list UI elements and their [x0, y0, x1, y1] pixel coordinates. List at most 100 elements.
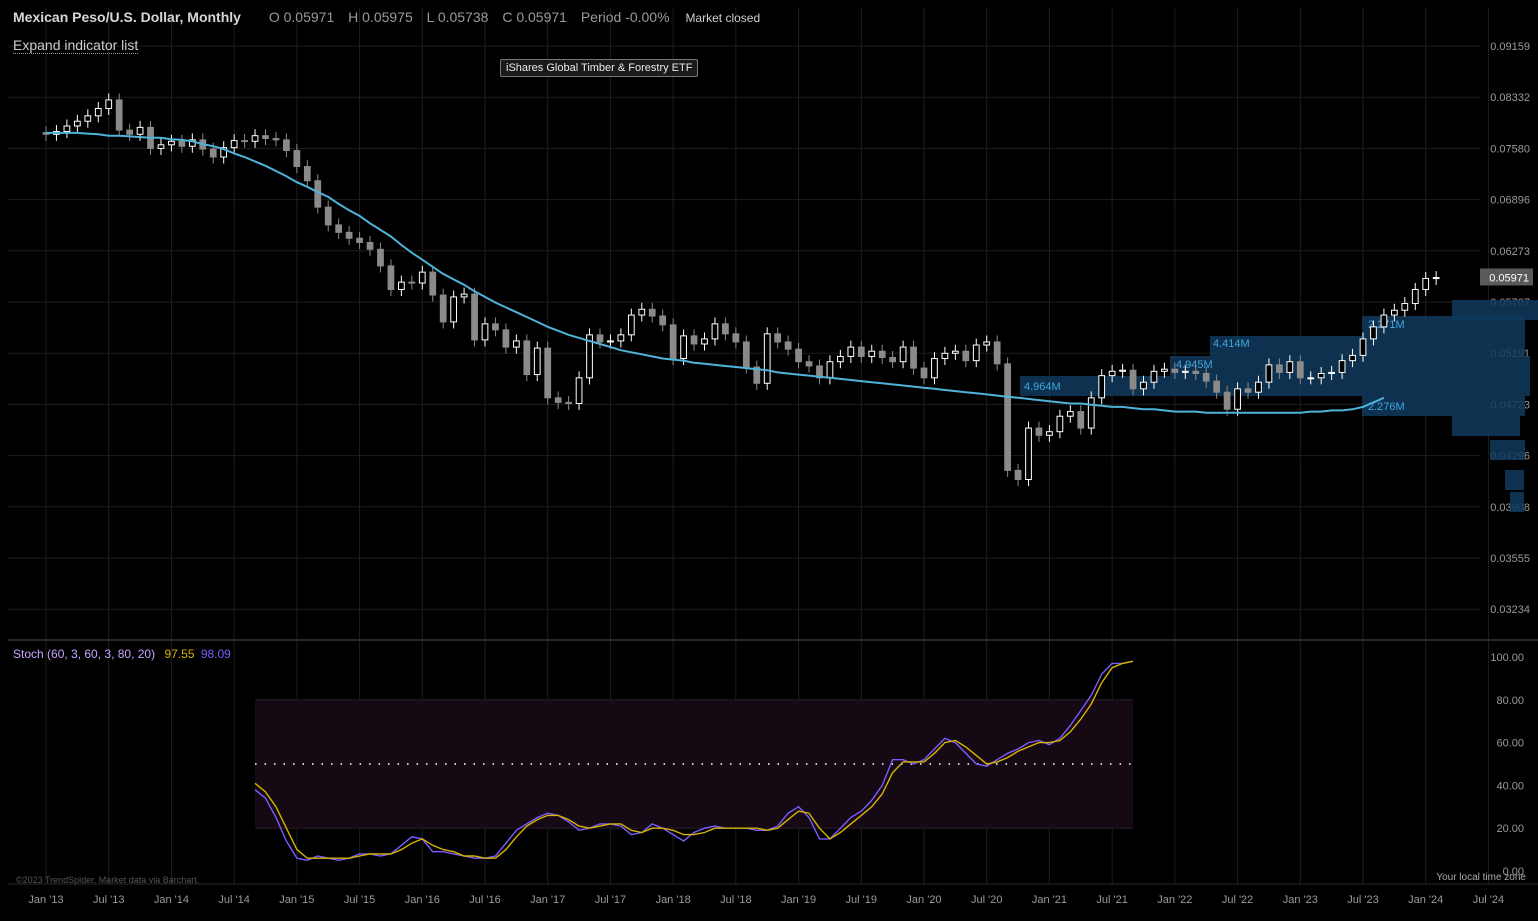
candle-body — [1035, 427, 1043, 436]
candle-body — [931, 358, 938, 379]
candle-body — [1432, 277, 1440, 280]
volume-profile-bar — [1505, 470, 1524, 490]
candle-body — [168, 140, 175, 146]
candle-body — [596, 334, 604, 343]
candle-body — [1390, 309, 1398, 316]
candle-body — [1150, 370, 1158, 383]
candle-body — [617, 334, 625, 342]
x-tick-label: Jul '23 — [1347, 894, 1378, 906]
candle-body — [1129, 369, 1137, 390]
candle-body — [784, 341, 792, 350]
candle-body — [439, 294, 447, 323]
stoch-tick-label: 60.00 — [1496, 738, 1524, 750]
candle-body — [972, 344, 980, 362]
candle-body — [1296, 361, 1304, 379]
x-tick-label: Jul '19 — [846, 894, 877, 906]
candle-body — [1328, 371, 1336, 374]
overlay-symbol-label[interactable]: iShares Global Timber & Forestry ETF — [500, 59, 699, 77]
candle-body — [1255, 381, 1262, 393]
candle-body — [1411, 288, 1419, 305]
candle-body — [1276, 364, 1283, 373]
candle-body — [366, 241, 374, 250]
candle-body — [398, 281, 405, 290]
candle-body — [805, 361, 813, 367]
timezone-label[interactable]: Your local time zone — [1436, 872, 1526, 883]
candle-body — [1244, 388, 1252, 393]
candle-body — [774, 333, 782, 343]
candle-body — [1422, 277, 1430, 290]
x-tick-label: Jul '21 — [1096, 894, 1127, 906]
candle-body — [837, 355, 844, 363]
candle-body — [324, 206, 332, 226]
x-tick-label: Jul '17 — [595, 894, 626, 906]
candle-body — [1119, 369, 1126, 372]
x-tick-label: Jan '20 — [906, 894, 941, 906]
candle-body — [669, 324, 677, 360]
candle-body — [857, 346, 865, 357]
candle-body — [920, 367, 928, 379]
price-tick-label: 0.06896 — [1490, 195, 1530, 207]
candle-body — [638, 308, 646, 316]
candle-body — [1087, 397, 1095, 429]
x-tick-label: Jan '16 — [405, 894, 440, 906]
candle-body — [377, 248, 384, 267]
candle-body — [84, 115, 92, 122]
candle-body — [345, 231, 353, 239]
candle-body — [722, 323, 729, 335]
candle-body — [502, 329, 510, 348]
candle-body — [471, 293, 478, 341]
stoch-tick-label: 40.00 — [1496, 780, 1524, 792]
candle-body — [1108, 370, 1116, 377]
x-tick-label: Jul '18 — [720, 894, 751, 906]
candle-body — [554, 397, 562, 403]
volume-profile-bar — [1490, 440, 1525, 460]
candle-body — [492, 323, 499, 331]
x-tick-label: Jan '24 — [1408, 894, 1443, 906]
x-tick-label: Jul '16 — [469, 894, 500, 906]
candle-body — [1046, 431, 1053, 436]
candle-body — [262, 135, 269, 139]
candle-body — [533, 347, 541, 376]
price-tick-label: 0.03234 — [1490, 604, 1530, 616]
period-label: Period — [580, 9, 622, 25]
candle-body — [1014, 469, 1022, 481]
stoch-header[interactable]: Stoch (60, 3, 60, 3, 80, 20) 97.55 98.09 — [13, 647, 231, 661]
candle-body — [241, 140, 248, 143]
candle-body — [690, 335, 698, 345]
candle-body — [847, 346, 855, 357]
candle-body — [899, 346, 907, 363]
candle-body — [868, 350, 876, 357]
candle-body — [408, 281, 416, 284]
candle-body — [429, 271, 437, 296]
candle-body — [763, 333, 771, 384]
candle-body — [450, 296, 458, 323]
stoch-tick-label: 20.00 — [1496, 823, 1524, 835]
candle-body — [1171, 368, 1179, 373]
candle-body — [544, 347, 552, 399]
volume-profile-bar — [1510, 492, 1524, 512]
copyright-text: ©2023 TrendSpider. Market data via Barch… — [16, 875, 200, 885]
candle-body — [575, 377, 583, 405]
candle-body — [1265, 364, 1273, 383]
candle-body — [1098, 375, 1106, 399]
candle-body — [659, 315, 667, 326]
low-value: 0.05738 — [437, 9, 489, 25]
stoch-k-value: 98.09 — [200, 647, 231, 661]
close-value: 0.05971 — [516, 9, 567, 25]
candle-body — [73, 120, 81, 127]
price-tick-label: 0.08332 — [1490, 92, 1530, 104]
chart-canvas[interactable]: Jan '13 Jul '13 Jan '14 Jul '14 Jan '15 Jul '… — [0, 0, 1538, 921]
volume-profile-label: 4.945M — [1176, 359, 1213, 371]
candle-body — [1161, 368, 1168, 372]
high-label: H — [348, 9, 359, 25]
expand-indicator-list-link[interactable]: Expand indicator list — [13, 37, 139, 54]
candle-body — [1370, 326, 1377, 340]
candle-body — [795, 348, 802, 363]
stoch-tick-label: 100.00 — [1490, 652, 1524, 664]
candle-body — [648, 308, 656, 317]
candle-body — [742, 341, 750, 368]
candle-body — [1202, 372, 1210, 382]
x-tick-label: Jan '22 — [1157, 894, 1192, 906]
x-tick-label: Jul '20 — [971, 894, 1002, 906]
candle-body — [512, 340, 520, 348]
